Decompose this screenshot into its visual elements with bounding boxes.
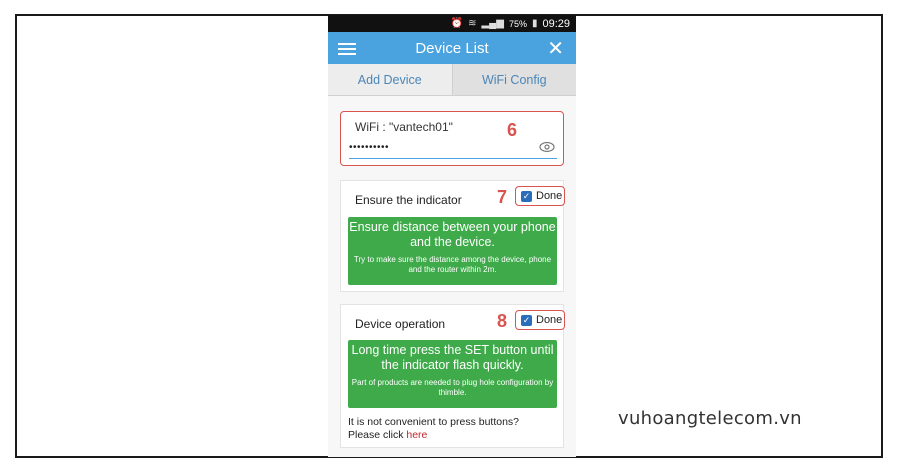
alarm-icon: ⏰	[450, 18, 464, 29]
battery-icon: ▮	[531, 18, 538, 29]
status-bar: ⏰ ≋ ▂▄▆ 75% ▮ 09:29	[328, 15, 576, 32]
tab-wifi-config[interactable]: WiFi Config	[452, 64, 576, 95]
hint-prefix: Please click	[348, 429, 407, 441]
wifi-password-field[interactable]: ••••••••••	[349, 140, 557, 159]
step-card-device-operation: Device operation 8 ✓ Done Long time pres…	[340, 304, 565, 448]
wifi-password-value: ••••••••••	[349, 142, 390, 153]
step-number-8: 8	[497, 311, 508, 331]
instruction-banner: Long time press the SET button until the…	[348, 340, 557, 408]
wifi-signal-icon: ≋	[468, 18, 477, 29]
clock: 09:29	[542, 17, 570, 30]
eye-icon[interactable]	[539, 140, 555, 154]
cell-signal-icon: ▂▄▆	[481, 18, 504, 29]
done-checkbox[interactable]: ✓ Done	[515, 186, 565, 206]
watermark: vuhoangtelecom.vn	[618, 408, 802, 429]
tab-bar: Add Device WiFi Config	[328, 64, 576, 96]
instruction-main: Long time press the SET button until the…	[351, 343, 554, 372]
button-hint: It is not convenient to press buttons? P…	[348, 416, 519, 442]
done-label: Done	[536, 314, 563, 326]
checkmark-icon: ✓	[521, 190, 532, 202]
phone-screen: ⏰ ≋ ▂▄▆ 75% ▮ 09:29 Device List ✕ Add De…	[328, 15, 576, 457]
step-heading: Ensure the indicator	[355, 193, 462, 207]
step-number-6: 6	[507, 120, 518, 140]
instruction-banner: Ensure distance between your phone and t…	[348, 217, 557, 285]
instruction-sub: Try to make sure the distance among the …	[353, 255, 552, 274]
battery-level: 75%	[508, 18, 527, 29]
step-heading: Device operation	[355, 317, 446, 331]
done-checkbox[interactable]: ✓ Done	[515, 310, 565, 330]
page-title: Device List	[415, 40, 489, 57]
done-label: Done	[536, 190, 563, 202]
app-titlebar: Device List ✕	[328, 32, 576, 64]
checkmark-icon: ✓	[521, 314, 532, 326]
instruction-sub: Part of products are needed to plug hole…	[351, 378, 554, 397]
step-card-indicator: Ensure the indicator 7 ✓ Done Ensure dis…	[340, 180, 565, 292]
instruction-main: Ensure distance between your phone and t…	[349, 220, 556, 249]
close-icon[interactable]: ✕	[547, 36, 564, 61]
step-number-7: 7	[497, 187, 508, 207]
tab-add-device[interactable]: Add Device	[328, 64, 453, 95]
wifi-credentials-card: WiFi : "vantech01" 6 ••••••••••	[340, 111, 564, 166]
hint-text: It is not convenient to press buttons?	[348, 416, 520, 428]
here-link[interactable]: here	[406, 429, 427, 441]
wifi-ssid-label: WiFi : "vantech01"	[355, 120, 453, 134]
